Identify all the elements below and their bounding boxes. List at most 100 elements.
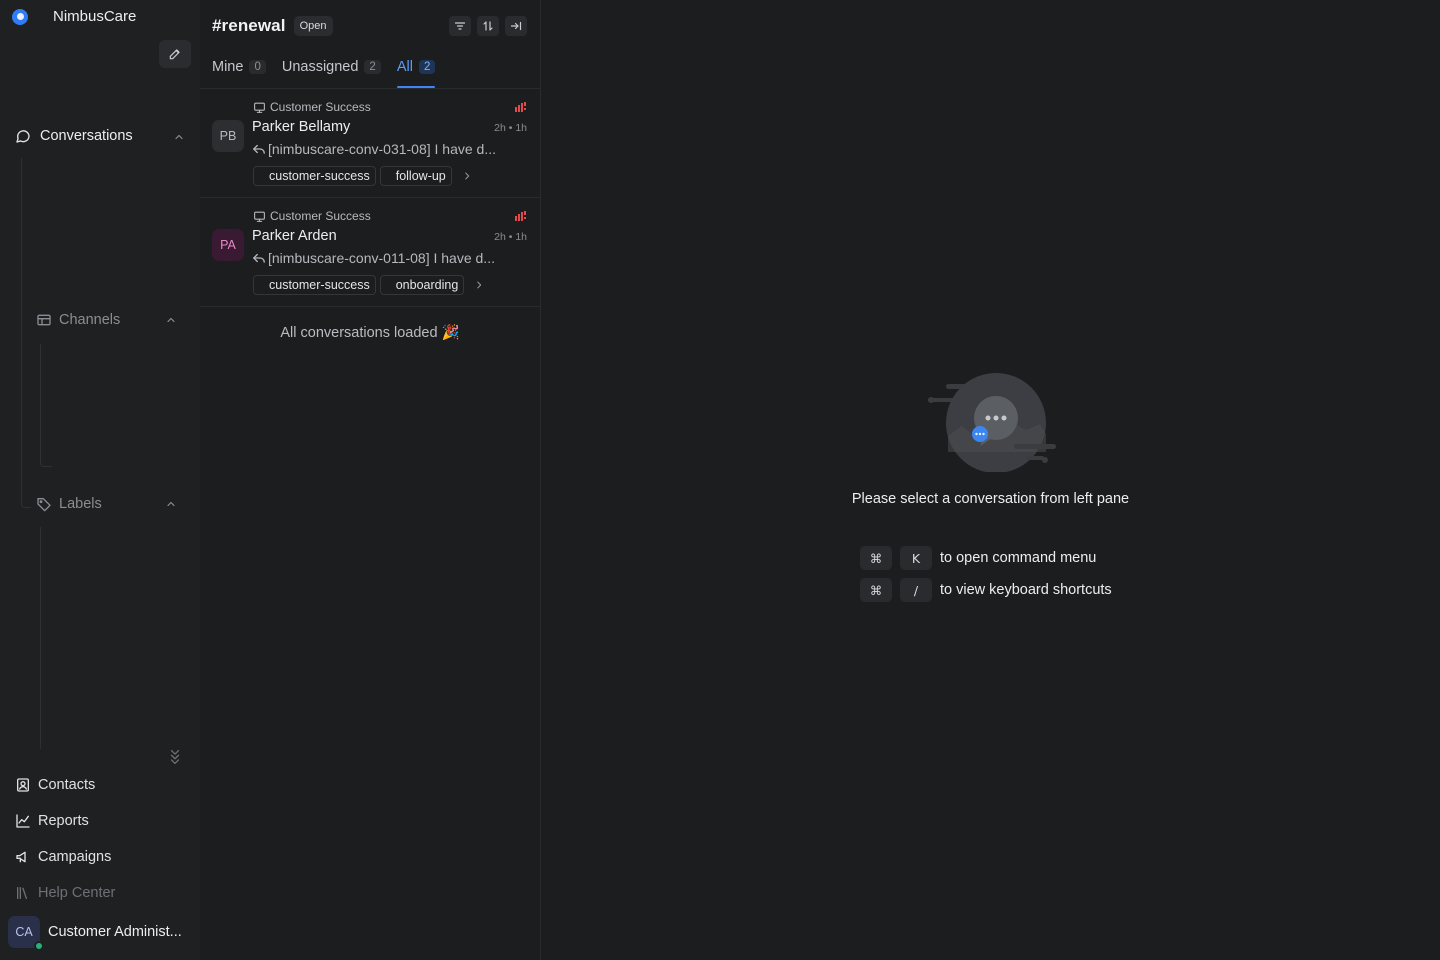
conversation-list-panel: #renewal Open Mine 0 Unassigned 2 All 2 … — [200, 0, 541, 960]
chevron-right-icon[interactable] — [472, 278, 486, 292]
sort-button[interactable] — [477, 16, 499, 36]
brand-name: NimbusCare — [53, 8, 137, 25]
tree-line — [40, 344, 52, 467]
empty-chat-illustration — [928, 373, 1056, 472]
shortcut-command-menu: ⌘ K to open command menu — [860, 546, 1096, 570]
tree-line — [21, 498, 31, 508]
filter-button[interactable] — [449, 16, 471, 36]
nav-channels[interactable]: Channels — [35, 311, 120, 329]
tab-count: 2 — [364, 60, 381, 74]
chevron-right-icon[interactable] — [460, 169, 474, 183]
kbd-key: / — [900, 578, 932, 602]
inbox-channel-icon — [252, 100, 266, 114]
conversation-time: 2h • 1h — [494, 122, 527, 134]
sort-icon — [483, 21, 493, 31]
shortcut-label: to view keyboard shortcuts — [940, 582, 1112, 598]
arrow-right-to-line-icon — [510, 21, 522, 31]
label-list: customer-success follow-up — [253, 166, 474, 186]
inbox-name: Customer Success — [270, 209, 371, 223]
contact-card-icon — [14, 776, 32, 794]
compose-button[interactable] — [159, 40, 191, 68]
contact-name: Parker Bellamy — [252, 119, 351, 135]
tab-label: Mine — [212, 59, 244, 75]
brand-logo — [12, 8, 28, 25]
tag-icon — [35, 495, 53, 513]
nav-labels[interactable]: Labels — [35, 495, 102, 513]
nav-contacts[interactable]: Contacts — [14, 776, 95, 794]
kbd-key: ⌘ — [860, 546, 892, 570]
assignee-tabs: Mine 0 Unassigned 2 All 2 — [212, 59, 451, 88]
chevrons-down-icon[interactable] — [168, 748, 182, 766]
tree-line — [40, 527, 41, 749]
conversation-card[interactable]: PA Customer Success Parker Arden 2h • 1h… — [200, 198, 540, 307]
conversation-inbox: Customer Success — [252, 209, 371, 223]
profile-name: Customer Administ... — [48, 924, 182, 940]
avatar-initials: PB — [219, 129, 237, 143]
label-tag: customer-success — [253, 166, 376, 186]
priority-urgent-icon — [515, 102, 526, 112]
label-tag: onboarding — [379, 275, 465, 295]
nav-reports[interactable]: Reports — [14, 812, 89, 830]
last-message: [nimbuscare-conv-011-08] I have d... — [252, 250, 495, 266]
last-message-text: [nimbuscare-conv-011-08] I have d... — [268, 250, 495, 266]
conversation-empty-state: Please select a conversation from left p… — [541, 0, 1440, 960]
last-message-text: [nimbuscare-conv-031-08] I have d... — [268, 141, 497, 157]
nav-help-center[interactable]: Help Center — [14, 884, 115, 902]
kbd-key: K — [900, 546, 932, 570]
shortcut-keyboard-shortcuts: ⌘ / to view keyboard shortcuts — [860, 578, 1112, 602]
conversation-inbox: Customer Success — [252, 100, 371, 114]
label-list: customer-success onboarding — [253, 275, 486, 295]
list-header: #renewal Open — [212, 16, 333, 36]
tree-line — [21, 158, 22, 498]
page-title: #renewal — [212, 16, 286, 35]
empty-state-message: Please select a conversation from left p… — [851, 491, 1130, 507]
chat-bubble-icon — [14, 127, 32, 145]
avatar-initials: PA — [220, 238, 236, 252]
avatar: CA — [8, 916, 44, 951]
pencil-icon — [169, 49, 180, 60]
sidebar: NimbusCare Conversations Channels Labels… — [0, 0, 200, 960]
collapse-panel-button[interactable] — [505, 16, 527, 36]
nav-campaigns[interactable]: Campaigns — [14, 848, 111, 866]
nav-labels-label: Labels — [59, 496, 102, 512]
last-message: [nimbuscare-conv-031-08] I have d... — [252, 141, 496, 157]
conversation-card[interactable]: PB Customer Success Parker Bellamy 2h • … — [200, 89, 540, 198]
kbd-key: ⌘ — [860, 578, 892, 602]
reply-icon — [252, 142, 268, 156]
status-dot — [34, 941, 44, 951]
label-tag: follow-up — [379, 166, 452, 186]
chevron-up-icon[interactable] — [165, 498, 177, 510]
tab-label: All — [396, 59, 413, 75]
chart-line-icon — [14, 812, 32, 830]
label-tag: customer-success — [253, 275, 376, 295]
avatar: PA — [212, 229, 244, 261]
list-end-message: All conversations loaded 🎉 — [280, 325, 460, 341]
nav-contacts-label: Contacts — [38, 777, 96, 793]
inbox-icon — [35, 311, 53, 329]
tab-count: 0 — [249, 60, 266, 74]
nav-conversations[interactable]: Conversations — [14, 127, 133, 145]
reply-icon — [252, 251, 268, 265]
contact-name: Parker Arden — [252, 228, 337, 244]
status-badge[interactable]: Open — [293, 16, 333, 36]
chevron-up-icon[interactable] — [173, 131, 185, 143]
avatar: PB — [212, 120, 244, 152]
nav-help-center-label: Help Center — [38, 885, 116, 901]
chevron-up-icon[interactable] — [165, 314, 177, 326]
tab-count: 2 — [418, 60, 436, 74]
brand[interactable]: NimbusCare — [12, 8, 136, 25]
priority-urgent-icon — [515, 211, 526, 221]
avatar-initials: CA — [15, 925, 33, 939]
tab-label: Unassigned — [281, 59, 359, 75]
inbox-name: Customer Success — [270, 100, 371, 114]
tab-all[interactable]: All 2 — [396, 59, 436, 88]
nav-channels-label: Channels — [59, 312, 121, 328]
library-icon — [14, 884, 32, 902]
nav-reports-label: Reports — [38, 813, 89, 829]
tab-mine[interactable]: Mine 0 — [212, 59, 266, 88]
profile-menu[interactable]: CA Customer Administ... — [8, 916, 190, 951]
conversation-time: 2h • 1h — [494, 231, 527, 243]
shortcut-label: to open command menu — [940, 550, 1097, 566]
nav-campaigns-label: Campaigns — [38, 849, 112, 865]
tab-unassigned[interactable]: Unassigned 2 — [282, 59, 381, 88]
